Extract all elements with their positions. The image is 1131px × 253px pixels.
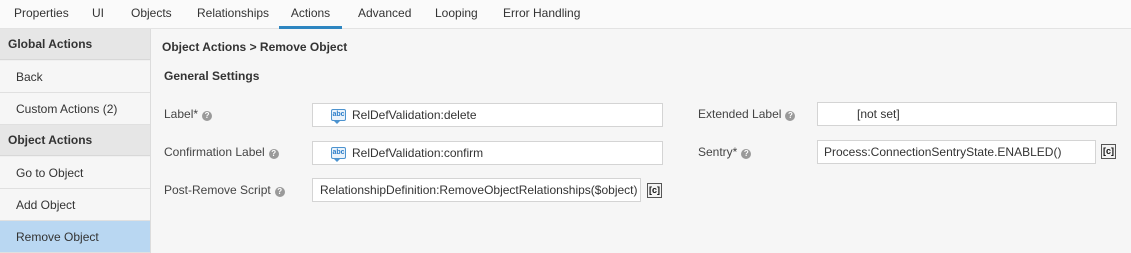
abc-localization-icon[interactable]: abc [331,147,346,162]
tab-properties[interactable]: Properties [14,0,69,29]
sidebar-item-go-to-object[interactable]: Go to Object [0,157,150,189]
tab-actions[interactable]: Actions [279,0,342,29]
post-remove-script-input[interactable]: RelationshipDefinition:RemoveObjectRelat… [312,178,641,202]
label-field-label-text: Label* [164,107,199,121]
label-field-label: Label*? [164,107,213,121]
help-icon[interactable]: ? [785,111,796,121]
extended-label-value: [not set] [857,107,900,121]
object-actions-header: Object Actions [0,125,150,156]
tab-error-handling[interactable]: Error Handling [503,0,580,29]
main-panel: Object Actions > Remove Object General S… [151,29,1131,253]
post-remove-script-value: RelationshipDefinition:RemoveObjectRelat… [320,183,638,197]
tab-ui[interactable]: UI [92,0,104,29]
post-remove-script-label-text: Post-Remove Script [164,183,271,197]
sentry-value: Process:ConnectionSentryState.ENABLED() [824,145,1062,159]
sentry-label: Sentry*? [698,145,752,159]
confirmation-label-text: Confirmation Label [164,145,265,159]
abc-localization-icon[interactable]: abc [331,109,346,124]
confirmation-label-value: RelDefValidation:confirm [352,146,484,160]
tab-advanced[interactable]: Advanced [358,0,411,29]
confirmation-label-input[interactable]: abc RelDefValidation:confirm [312,141,663,165]
tab-bar: Properties UI Objects Relationships Acti… [0,0,1131,29]
sidebar-item-back[interactable]: Back [0,61,150,93]
actions-sidebar: Global Actions Back Custom Actions (2) O… [0,29,151,253]
extended-label-text: Extended Label [698,107,782,121]
sidebar-item-add-object[interactable]: Add Object [0,189,150,221]
script-editor-button[interactable]: [c] [1101,144,1116,159]
help-icon[interactable]: ? [741,149,752,159]
section-title: General Settings [164,69,260,83]
script-editor-button[interactable]: [c] [647,183,662,198]
sentry-label-text: Sentry* [698,145,738,159]
extended-label-label: Extended Label? [698,107,796,121]
tab-objects[interactable]: Objects [131,0,172,29]
help-icon[interactable]: ? [268,149,279,159]
tab-looping[interactable]: Looping [435,0,478,29]
sentry-input[interactable]: Process:ConnectionSentryState.ENABLED() [817,140,1096,164]
label-value: RelDefValidation:delete [352,108,477,122]
extended-label-input[interactable]: [not set] [817,102,1117,126]
breadcrumb: Object Actions > Remove Object [162,40,348,54]
help-icon[interactable]: ? [202,111,213,121]
tab-relationships[interactable]: Relationships [197,0,269,29]
sidebar-item-custom-actions[interactable]: Custom Actions (2) [0,93,150,125]
help-icon[interactable]: ? [274,187,285,197]
post-remove-script-label: Post-Remove Script? [164,183,285,197]
confirmation-label-label: Confirmation Label? [164,145,279,159]
global-actions-header: Global Actions [0,29,150,60]
sidebar-item-remove-object[interactable]: Remove Object [0,221,150,253]
label-input[interactable]: abc RelDefValidation:delete [312,103,663,127]
